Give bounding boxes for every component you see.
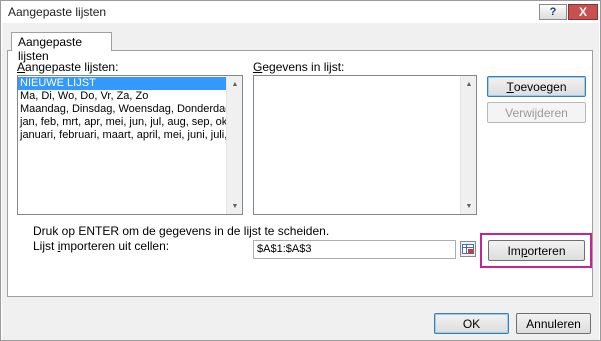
- cancel-button-label: Annuleren: [526, 316, 581, 331]
- list-entries-label-access-key: G: [253, 60, 263, 74]
- dialog-body: Aangepaste lijsten Aangepaste lijsten: N…: [2, 23, 599, 340]
- import-button-label-start: Im: [507, 243, 521, 258]
- list-entries-textbox[interactable]: ▲ ▼: [253, 75, 477, 215]
- import-button-access-key: p: [520, 243, 528, 258]
- scroll-down-icon[interactable]: ▼: [227, 198, 242, 214]
- import-label-before: Lijst: [33, 239, 58, 253]
- ok-button[interactable]: OK: [434, 313, 509, 334]
- title-bar[interactable]: Aangepaste lijsten ? X: [2, 2, 599, 22]
- import-button-label-end: orteren: [527, 243, 566, 258]
- list-entries-label-text: egevens in lijst:: [262, 60, 345, 74]
- range-select-icon: [462, 244, 474, 254]
- add-button-label: oevoegen: [513, 79, 567, 94]
- help-button[interactable]: ?: [539, 4, 567, 20]
- add-button-access-key: T: [506, 79, 514, 94]
- delete-button[interactable]: Verwijderen: [487, 102, 586, 123]
- delete-button-label: Verwijderen: [505, 105, 568, 120]
- custom-lists-scrollbar[interactable]: ▲ ▼: [226, 76, 242, 214]
- list-entries-scrollbar[interactable]: ▲ ▼: [460, 76, 476, 214]
- scroll-up-icon[interactable]: ▲: [227, 76, 242, 92]
- collapse-dialog-button[interactable]: [460, 241, 476, 257]
- scroll-up-icon[interactable]: ▲: [461, 76, 476, 92]
- list-item[interactable]: NIEUWE LIJST: [18, 77, 226, 90]
- tab-panel: Aangepaste lijsten: NIEUWE LIJST Ma, Di, …: [7, 50, 593, 297]
- list-item[interactable]: januari, februari, maart, april, mei, ju…: [18, 129, 226, 142]
- import-label-after: mporteren uit cellen:: [60, 239, 170, 253]
- window-title: Aangepaste lijsten: [8, 5, 107, 19]
- ok-button-label: OK: [462, 316, 481, 331]
- custom-lists-listbox[interactable]: NIEUWE LIJST Ma, Di, Wo, Do, Vr, Za, Zo Ma…: [17, 75, 243, 215]
- import-button[interactable]: Im p orteren: [488, 240, 585, 261]
- instructions-text: Druk op ENTER om de gegevens in de lijst…: [33, 224, 330, 238]
- import-range-value: $A$1:$A$3: [257, 243, 312, 255]
- cancel-button[interactable]: Annuleren: [516, 313, 591, 334]
- list-item[interactable]: Ma, Di, Wo, Do, Vr, Za, Zo: [18, 90, 226, 103]
- custom-lists-dialog: Aangepaste lijsten ? X Aangepaste lijste…: [0, 0, 601, 341]
- close-button[interactable]: X: [568, 4, 598, 20]
- close-icon: X: [578, 5, 587, 19]
- custom-lists-items: NIEUWE LIJST Ma, Di, Wo, Do, Vr, Za, Zo Ma…: [18, 76, 242, 142]
- import-range-input[interactable]: $A$1:$A$3: [253, 240, 456, 259]
- scroll-down-icon[interactable]: ▼: [461, 198, 476, 214]
- list-entries-label: Gegevens in lijst:: [253, 60, 344, 74]
- tab-custom-lists[interactable]: Aangepaste lijsten: [11, 32, 112, 63]
- import-range-label: Lijst importeren uit cellen:: [33, 239, 169, 253]
- list-item[interactable]: Maandag, Dinsdag, Woensdag, Donderdag, V: [18, 103, 226, 116]
- list-item[interactable]: jan, feb, mrt, apr, mei, jun, jul, aug, …: [18, 116, 226, 129]
- add-button[interactable]: Toevoegen: [487, 76, 586, 97]
- help-icon: ?: [549, 5, 557, 18]
